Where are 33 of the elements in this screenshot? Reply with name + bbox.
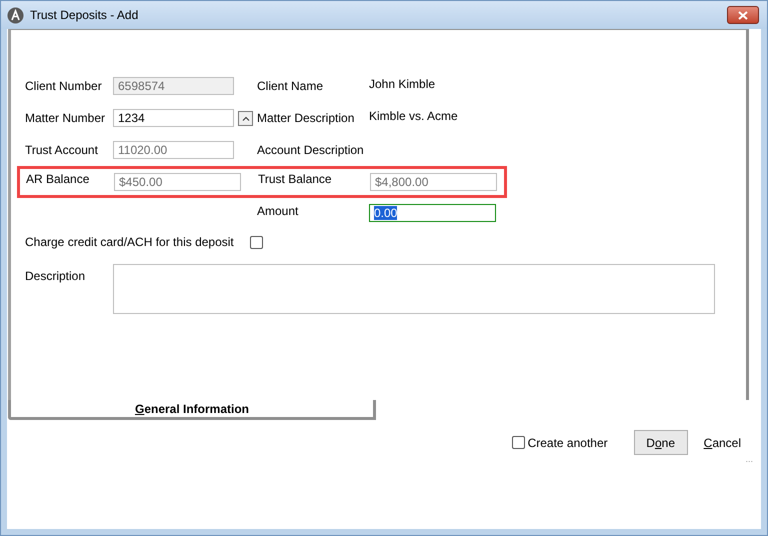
field-value: Kimble vs. Acme bbox=[369, 108, 458, 125]
close-button[interactable] bbox=[727, 6, 759, 24]
done-button[interactable]: Done bbox=[634, 430, 688, 455]
field-label: Matter Description bbox=[257, 110, 356, 127]
input-field[interactable]: $450.00 bbox=[114, 173, 241, 191]
input-field[interactable]: 6598574 bbox=[113, 77, 234, 95]
checkbox-label: Create another bbox=[528, 434, 608, 452]
input-field[interactable]: 1234 bbox=[113, 109, 234, 127]
field-label: AR Balance bbox=[26, 171, 90, 188]
field-label: Client Name bbox=[257, 78, 324, 95]
checkbox[interactable] bbox=[512, 436, 525, 449]
tab[interactable]: General Information bbox=[8, 400, 376, 420]
field-label: Matter Number bbox=[25, 110, 106, 127]
field-label: Trust Balance bbox=[257, 171, 333, 188]
lookup-button[interactable] bbox=[238, 110, 253, 126]
input-field[interactable]: $4,800.00 bbox=[370, 173, 497, 191]
input-field[interactable]: 11020.00 bbox=[113, 141, 234, 159]
field-label: Account Description bbox=[257, 142, 365, 159]
input-field[interactable]: 0.00 bbox=[369, 204, 496, 222]
window-title: Trust Deposits - Add bbox=[30, 7, 140, 24]
caret-up-icon bbox=[242, 116, 250, 120]
app-logo-icon bbox=[7, 6, 24, 24]
checkbox[interactable] bbox=[250, 236, 263, 248]
field-label: Client Number bbox=[25, 78, 103, 95]
field-label: Trust Account bbox=[25, 142, 99, 159]
field-label: Amount bbox=[257, 203, 300, 220]
field-label: Description bbox=[25, 268, 86, 285]
field-label: Charge credit card/ACH for this deposit bbox=[25, 234, 234, 251]
field-value: John Kimble bbox=[369, 76, 436, 93]
description-field[interactable] bbox=[113, 264, 715, 314]
close-icon bbox=[738, 10, 748, 20]
more-indicator: ... bbox=[745, 455, 753, 464]
cancel-button[interactable]: Cancel bbox=[704, 434, 741, 452]
